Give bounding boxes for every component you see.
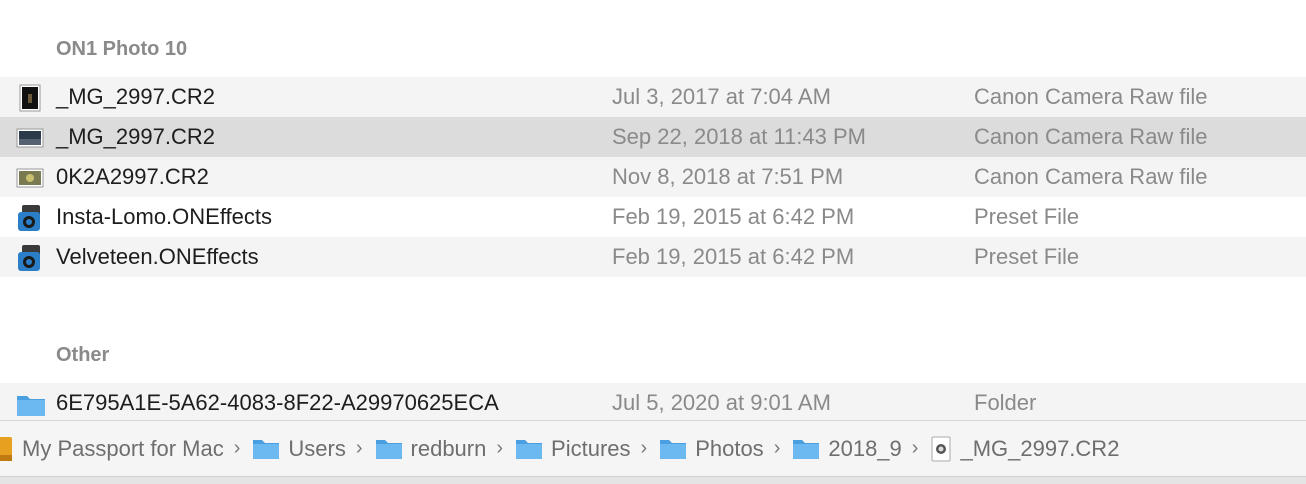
path-item-users[interactable]: Users bbox=[252, 435, 346, 462]
path-item-label: Photos bbox=[695, 435, 764, 461]
file-row[interactable]: Velveteen.ONEffects Feb 19, 2015 at 6:42… bbox=[0, 237, 1306, 277]
section-header-other: Other bbox=[56, 344, 110, 366]
raw-photo-thumbnail-icon bbox=[16, 124, 44, 152]
file-kind: Canon Camera Raw file bbox=[974, 84, 1208, 109]
folder-icon bbox=[375, 439, 402, 459]
folder-icon bbox=[516, 439, 543, 459]
preset-file-icon bbox=[16, 204, 44, 232]
section-header-on1: ON1 Photo 10 bbox=[56, 38, 188, 60]
file-kind: Preset File bbox=[974, 204, 1080, 229]
path-separator: › bbox=[355, 437, 363, 459]
path-item-photos[interactable]: Photos bbox=[659, 436, 764, 462]
path-item-label: 2018_9 bbox=[828, 435, 902, 461]
path-item-drive[interactable]: My Passport for Mac bbox=[0, 435, 224, 463]
path-item-current-file[interactable]: _MG_2997.CR2 bbox=[930, 436, 1119, 462]
external-drive-icon bbox=[0, 436, 12, 461]
folder-row[interactable]: 6E795A1E-5A62-4083-8F22-A29970625ECA Jul… bbox=[0, 383, 1306, 423]
folder-icon bbox=[793, 439, 820, 459]
folder-name: 6E795A1E-5A62-4083-8F22-A29970625ECA bbox=[56, 390, 499, 415]
file-kind: Preset File bbox=[974, 244, 1080, 269]
file-row[interactable]: 0K2A2997.CR2 Nov 8, 2018 at 7:51 PM Cano… bbox=[0, 157, 1306, 197]
path-item-label: Users bbox=[288, 435, 346, 461]
path-item-label: _MG_2997.CR2 bbox=[960, 435, 1120, 461]
file-row[interactable]: Insta-Lomo.ONEffects Feb 19, 2015 at 6:4… bbox=[0, 197, 1306, 237]
file-row[interactable]: _MG_2997.CR2 Jul 3, 2017 at 7:04 AM Cano… bbox=[0, 77, 1306, 117]
file-name: Velveteen.ONEffects bbox=[56, 244, 259, 269]
path-separator: › bbox=[496, 437, 504, 459]
folder-date: Jul 5, 2020 at 9:01 AM bbox=[612, 390, 831, 415]
path-item-label: Pictures bbox=[551, 435, 631, 461]
folder-icon bbox=[16, 390, 45, 418]
file-kind: Canon Camera Raw file bbox=[974, 164, 1208, 189]
folder-icon bbox=[253, 439, 280, 459]
path-separator: › bbox=[233, 437, 241, 459]
path-item-redburn[interactable]: redburn bbox=[375, 435, 487, 462]
path-separator: › bbox=[640, 437, 648, 459]
file-name: _MG_2997.CR2 bbox=[56, 124, 215, 149]
file-name: Insta-Lomo.ONEffects bbox=[56, 204, 273, 229]
raw-photo-thumbnail-icon bbox=[16, 84, 44, 112]
folder-icon bbox=[660, 439, 687, 459]
path-item-label: My Passport for Mac bbox=[22, 435, 224, 461]
path-item-pictures[interactable]: Pictures bbox=[515, 435, 631, 462]
file-date: Jul 3, 2017 at 7:04 AM bbox=[612, 84, 831, 109]
file-date: Feb 19, 2015 at 6:42 PM bbox=[612, 204, 855, 229]
file-row-selected[interactable]: _MG_2997.CR2 Sep 22, 2018 at 11:43 PM Ca… bbox=[0, 117, 1306, 157]
preset-file-icon bbox=[16, 244, 44, 272]
file-kind: Canon Camera Raw file bbox=[974, 124, 1208, 149]
folder-kind: Folder bbox=[974, 390, 1037, 415]
file-date: Sep 22, 2018 at 11:43 PM bbox=[612, 124, 866, 149]
file-date: Nov 8, 2018 at 7:51 PM bbox=[612, 164, 844, 189]
file-name: _MG_2997.CR2 bbox=[56, 84, 215, 109]
path-item-2018-9[interactable]: 2018_9 bbox=[792, 435, 902, 462]
raw-photo-thumbnail-icon bbox=[16, 164, 44, 192]
file-date: Feb 19, 2015 at 6:42 PM bbox=[612, 244, 855, 269]
path-separator: › bbox=[911, 437, 919, 459]
window-bottom-edge bbox=[0, 476, 1306, 484]
path-bar: My Passport for Mac › Users › redburn › … bbox=[0, 420, 1306, 476]
path-item-label: redburn bbox=[410, 435, 487, 461]
raw-file-icon bbox=[931, 436, 951, 461]
file-name: 0K2A2997.CR2 bbox=[56, 164, 209, 189]
path-separator: › bbox=[773, 437, 781, 459]
